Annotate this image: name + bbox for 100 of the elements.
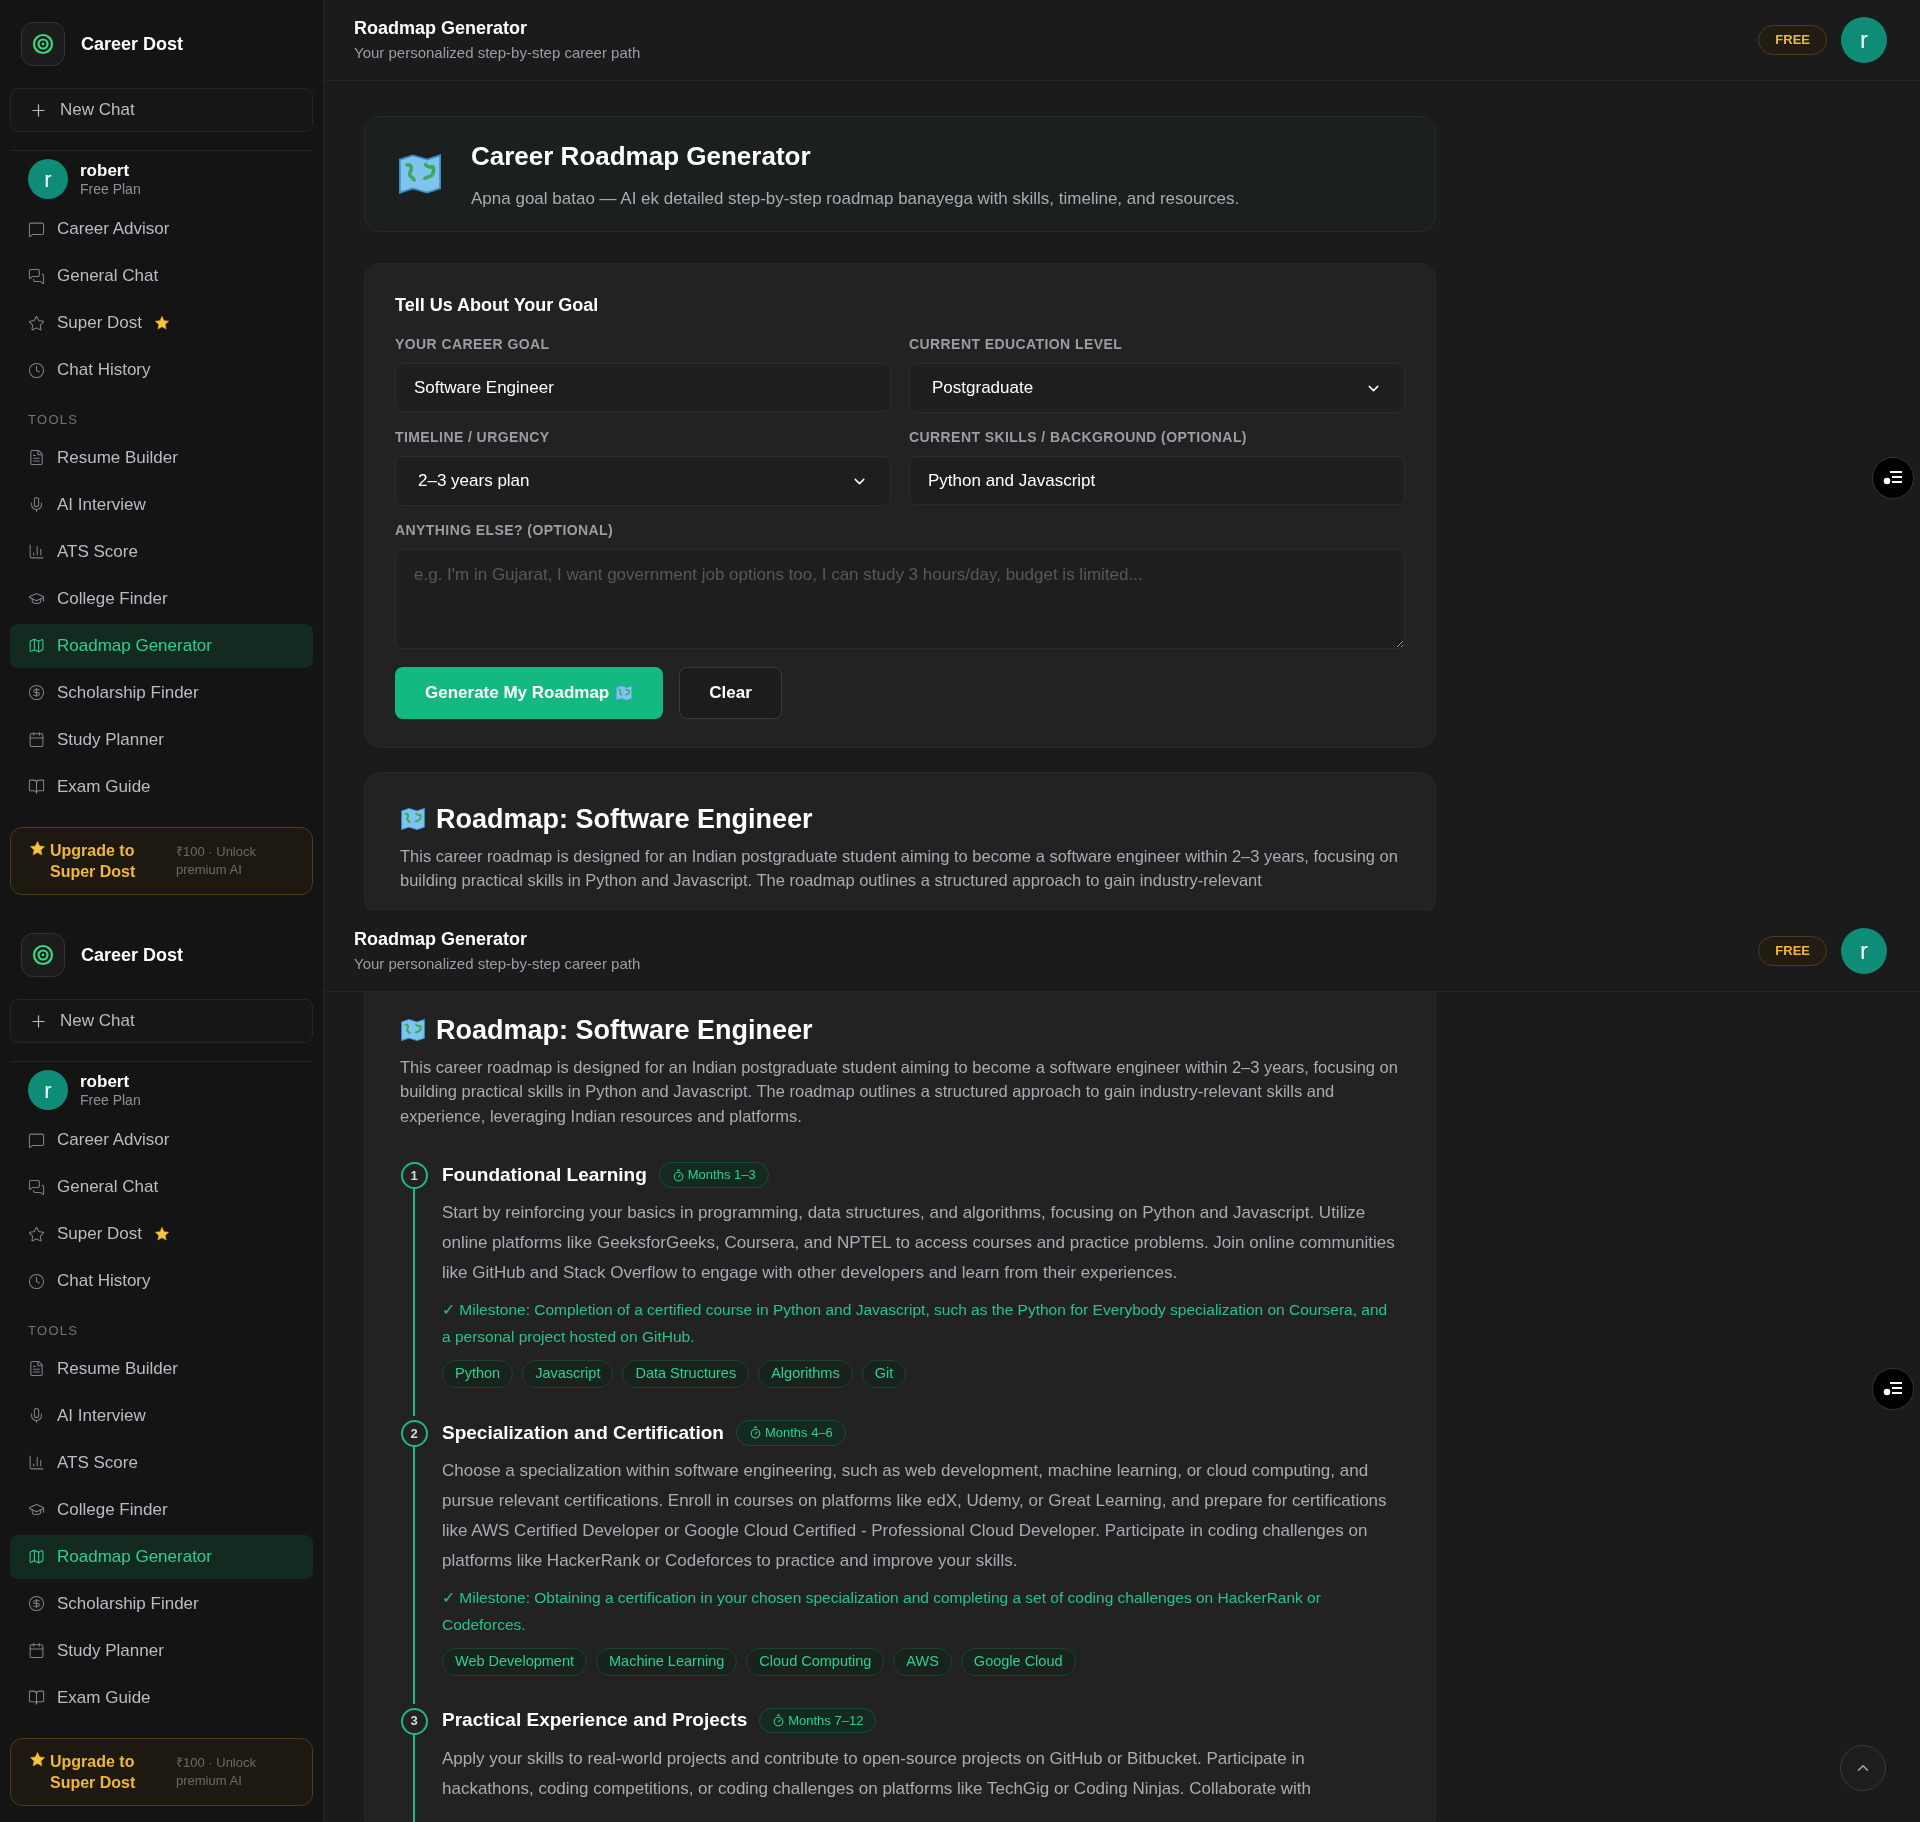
input-field[interactable]: Python and Javascript [909, 456, 1405, 505]
duration-badge: Months 1–3 [658, 1162, 769, 1188]
map-icon [615, 684, 634, 702]
sidebar-item[interactable]: Resume Builder [10, 435, 313, 480]
skill-tag: Cloud Computing [746, 1647, 885, 1676]
sidebar-item[interactable]: Chat History [10, 348, 313, 392]
nav-icon [28, 1407, 45, 1424]
sidebar-item[interactable]: Scholarship Finder [10, 1581, 313, 1626]
nav-icon [28, 1131, 45, 1149]
page-subtitle: Your personalized step-by-step career path [354, 954, 641, 975]
logo-icon [21, 22, 65, 66]
sidebar-item[interactable]: Career Advisor [10, 1118, 313, 1162]
brand-name: Career Dost [81, 32, 184, 56]
step-description: Choose a specialization within software engineering, such as web development, machine learning, or cloud computing, and pursue relevant certifications. Enroll in courses on platforms like edX, Udemy, or Great Learning, and prepare for certifications like AWS Certified Developer or Google Cloud Certified - Professional Cloud Developer. Participate in coding challenges on platforms like HackerRank or Codeforces to practice and improve your skills. [442, 1459, 1388, 1572]
plan-badge: FREE [1758, 25, 1827, 55]
nav-icon [28, 267, 45, 285]
step-number: 1 [400, 1162, 428, 1189]
nav-icon [28, 1689, 45, 1706]
input-field[interactable]: Software Engineer [395, 363, 891, 412]
roadmap-summary: This career roadmap is designed for an Indian postgraduate student aiming to become a software engineer within 2–3 years, focusing on building practical skills in Python and Javascript. The roadmap outlines a structured approach to gain industry-relevant [400, 845, 1399, 891]
sidebar-item[interactable]: Study Planner [10, 717, 313, 762]
user-avatar[interactable]: r [28, 159, 68, 199]
select-field[interactable]: 2–3 years plan [395, 456, 891, 506]
upgrade-card[interactable]: Upgrade to Super Dost ₹100 · Unlock premium AI [10, 1738, 313, 1806]
intro-text: Apna goal batao — AI ek detailed step-by-step roadmap banayega with skills, timeline, and resources. [471, 187, 1240, 210]
field-label: TIMELINE / URGENCY [395, 428, 551, 447]
nav-icon [28, 1642, 45, 1659]
user-plan: Free Plan [80, 1091, 141, 1110]
clear-button[interactable]: Clear [679, 667, 782, 719]
sidebar-item[interactable]: ATS Score [10, 529, 313, 574]
sidebar-item[interactable]: College Finder [10, 1487, 313, 1532]
page-title: Roadmap Generator [354, 17, 529, 41]
sidebar-item[interactable]: ATS Score [10, 1440, 313, 1485]
star-icon [29, 840, 46, 857]
sidebar-item[interactable]: Super Dost [10, 1212, 313, 1256]
nav-icon [28, 1501, 45, 1518]
map-icon [400, 806, 426, 833]
upgrade-note: ₹100 · Unlock premium AI [176, 1754, 257, 1790]
new-chat-button[interactable]: New Chat [10, 999, 313, 1043]
sidebar-item[interactable]: Roadmap Generator [10, 623, 313, 668]
sidebar-item[interactable]: Chat History [10, 1259, 313, 1303]
field-label: CURRENT EDUCATION LEVEL [909, 335, 1124, 354]
field-label: CURRENT SKILLS / BACKGROUND (OPTIONAL) [909, 428, 1248, 447]
nav-icon [28, 361, 45, 379]
new-chat-button[interactable]: New Chat [10, 88, 313, 132]
nav-icon [28, 1360, 45, 1377]
sidebar-item[interactable]: Exam Guide [10, 764, 313, 809]
list-icon [1883, 1381, 1903, 1397]
user-avatar[interactable]: r [1841, 928, 1887, 974]
step-title: Foundational Learning [442, 1162, 647, 1187]
user-plan: Free Plan [80, 180, 141, 199]
sidebar-item[interactable]: College Finder [10, 576, 313, 621]
sidebar-item[interactable]: AI Interview [10, 482, 313, 527]
upgrade-title: Upgrade to Super Dost [50, 841, 137, 882]
duration-badge: Months 4–6 [735, 1420, 846, 1446]
upgrade-note: ₹100 · Unlock premium AI [176, 843, 257, 879]
field-label: ANYTHING ELSE? (OPTIONAL) [395, 521, 615, 540]
floating-menu-button[interactable] [1872, 457, 1914, 499]
floating-menu-button[interactable] [1872, 1368, 1914, 1410]
logo-icon [21, 933, 65, 977]
sidebar-item[interactable]: Study Planner [10, 1628, 313, 1673]
sidebar-item[interactable]: Scholarship Finder [10, 670, 313, 715]
star-icon [154, 1226, 171, 1242]
skill-tag: Git [861, 1360, 907, 1388]
timer-icon [671, 1168, 685, 1182]
duration-badge: Months 7–12 [759, 1707, 877, 1734]
sidebar-item[interactable]: Resume Builder [10, 1346, 313, 1391]
sidebar-item[interactable]: Super Dost [10, 301, 313, 345]
textarea-field[interactable]: e.g. I'm in Gujarat, I want government job options too, I can study 3 hours/day, budget is limited... [395, 549, 1405, 649]
nav-icon [28, 1272, 45, 1290]
step-description: Apply your skills to real-world projects and contribute to open-source projects on GitHub or Bitbucket. Participate in hackathons, coding competitions, or coding challenges on platforms like TechGig or Coding Ninjas. Collaborate with [442, 1747, 1313, 1800]
sidebar-item[interactable]: Exam Guide [10, 1675, 313, 1720]
sidebar-item[interactable]: General Chat [10, 254, 313, 298]
page-subtitle: Your personalized step-by-step career path [354, 43, 641, 64]
roadmap-summary: This career roadmap is designed for an Indian postgraduate student aiming to become a software engineer within 2–3 years, focusing on building practical skills in Python and Javascript. The roadmap outlines a structured approach to gain industry-relevant skills and experience, leveraging Indian resources and platforms. [400, 1056, 1399, 1127]
step-number: 2 [400, 1419, 428, 1447]
step-number: 3 [400, 1707, 428, 1735]
star-icon [29, 1751, 46, 1768]
timer-icon [772, 1714, 786, 1727]
user-name: robert [80, 159, 131, 181]
nav-icon [28, 449, 45, 466]
user-avatar[interactable]: r [1841, 17, 1887, 63]
user-avatar[interactable]: r [28, 1070, 68, 1110]
roadmap-title: Roadmap: Software Engineer [436, 1014, 813, 1047]
roadmap-title: Roadmap: Software Engineer [436, 803, 813, 836]
skill-tag: Web Development [442, 1647, 588, 1676]
select-field[interactable]: Postgraduate [909, 363, 1405, 413]
brand-name: Career Dost [81, 943, 184, 967]
sidebar-item[interactable]: AI Interview [10, 1393, 313, 1438]
plan-badge: FREE [1758, 936, 1827, 966]
sidebar-item[interactable]: Career Advisor [10, 207, 313, 251]
timer-icon [748, 1426, 762, 1440]
skill-tag: Javascript [522, 1360, 614, 1388]
skill-tag: Data Structures [622, 1360, 750, 1388]
sidebar-item[interactable]: Roadmap Generator [10, 1534, 313, 1579]
sidebar-item[interactable]: General Chat [10, 1165, 313, 1209]
nav-icon [28, 1178, 45, 1196]
upgrade-card[interactable]: Upgrade to Super Dost ₹100 · Unlock premium AI [10, 827, 313, 895]
nav-icon [28, 543, 45, 560]
upgrade-title: Upgrade to Super Dost [50, 1752, 137, 1793]
